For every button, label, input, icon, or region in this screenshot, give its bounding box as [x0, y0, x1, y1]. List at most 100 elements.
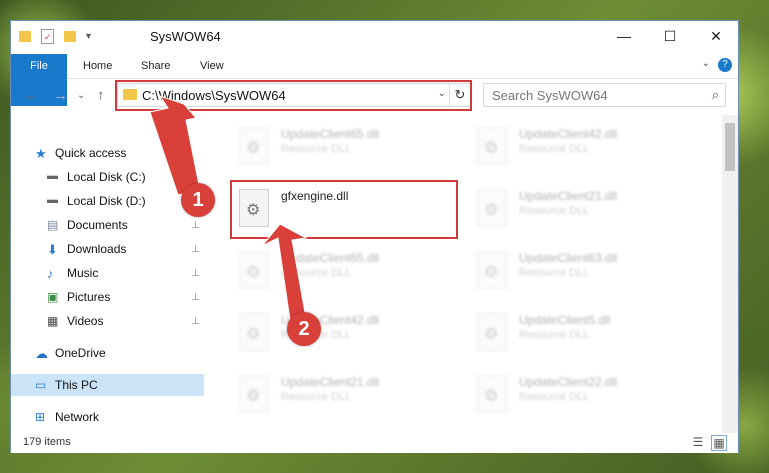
file-item[interactable]: UpdateClient63.dll Resource DLL — [475, 247, 695, 299]
file-name: UpdateClient22.dll — [519, 375, 618, 389]
sidebar-item-label: Downloads — [67, 242, 127, 256]
sidebar-item-label: Network — [55, 410, 100, 424]
dll-file-icon — [477, 189, 507, 227]
close-button[interactable]: ✕ — [693, 21, 739, 51]
address-highlight-box — [115, 80, 472, 111]
window-title: SysWOW64 — [150, 29, 221, 44]
file-description: Resource DLL — [519, 267, 590, 279]
file-name: UpdateClient21.dll — [281, 375, 380, 389]
tab-view[interactable]: View — [200, 54, 224, 78]
documents-icon: ▤ — [47, 218, 59, 232]
sidebar-item-pictures[interactable]: ▣ Pictures ⊥ — [11, 286, 204, 308]
network-icon: ⊞ — [35, 410, 46, 424]
star-icon: ★ — [35, 146, 47, 161]
folder-icon — [19, 30, 31, 42]
pin-icon: ⊥ — [191, 267, 200, 279]
sidebar-item-local-disk-c[interactable]: ▬ Local Disk (C:) ⊥ — [11, 166, 204, 188]
dll-file-icon — [239, 127, 269, 165]
large-icons-view-icon[interactable]: ▦ — [711, 435, 727, 451]
quick-access-toolbar: ✓ ▾ — [19, 28, 91, 44]
forward-button[interactable]: → — [53, 87, 68, 104]
sidebar-item-label: OneDrive — [55, 346, 106, 360]
sidebar-item-label: Music — [67, 266, 99, 280]
file-item[interactable]: UpdateClient21.dll Resource DLL — [475, 185, 695, 237]
download-icon: ⬇ — [47, 242, 58, 257]
file-item[interactable]: UpdateClient21.dll Resource DLL — [237, 371, 457, 423]
dll-file-icon — [477, 251, 507, 289]
file-name: UpdateClient63.dll — [519, 251, 618, 265]
step-1-badge: 1 — [181, 183, 215, 217]
pictures-icon: ▣ — [47, 290, 59, 304]
file-item[interactable]: UpdateClient5.dll Resource DLL — [475, 309, 695, 361]
file-item[interactable]: UpdateClient42.dllResource DLL — [475, 123, 695, 175]
sidebar-item-quick-access[interactable]: ★ Quick access — [11, 142, 204, 164]
dll-file-icon — [477, 127, 507, 165]
sidebar-item-label: Local Disk (D:) — [67, 194, 146, 208]
videos-icon: ▦ — [47, 314, 59, 328]
sidebar-item-this-pc[interactable]: ▭ This PC — [11, 374, 204, 396]
pin-icon: ⊥ — [191, 243, 200, 255]
sidebar-item-label: Pictures — [67, 290, 111, 304]
search-icon: ⌕ — [711, 87, 719, 102]
details-view-icon[interactable]: ☰ — [691, 435, 705, 449]
sidebar-item-label: Videos — [67, 314, 104, 328]
pin-icon: ⊥ — [191, 219, 200, 231]
status-bar: 179 items ☰ ▦ — [11, 433, 738, 453]
search-box[interactable]: Search SysWOW64 ⌕ — [483, 83, 726, 107]
file-item[interactable]: UpdateClient42.dllResource DLL — [237, 309, 457, 361]
properties-icon[interactable]: ✓ — [41, 28, 54, 44]
file-item[interactable]: UpdateClient65.dll Resource DLL — [237, 123, 457, 175]
sidebar-item-local-disk-d[interactable]: ▬ Local Disk (D:) — [11, 190, 204, 212]
file-name: UpdateClient21.dll — [519, 189, 618, 203]
tab-share[interactable]: Share — [141, 54, 170, 78]
pin-icon: ⊥ — [191, 315, 200, 327]
navigation-pane: ★ Quick access ▬ Local Disk (C:) ⊥ ▬ Local Dis… — [11, 115, 204, 433]
search-input[interactable]: Search SysWOW64 — [492, 88, 608, 103]
back-button[interactable]: ← — [23, 87, 38, 104]
file-description: Resource DLL — [281, 391, 352, 403]
sidebar-item-network[interactable]: ⊞ Network — [11, 406, 204, 428]
tab-home[interactable]: Home — [83, 54, 112, 78]
new-folder-icon[interactable] — [64, 30, 76, 42]
up-button[interactable]: ↑ — [97, 87, 105, 104]
sidebar-item-downloads[interactable]: ⬇ Downloads ⊥ — [11, 238, 204, 260]
vertical-scrollbar[interactable] — [722, 115, 738, 433]
file-name: UpdateClient65.dll — [281, 251, 380, 265]
file-list: UpdateClient65.dllResource DLLUpdateClie… — [217, 115, 720, 433]
file-description: Resource DLL — [519, 143, 590, 155]
file-description: Resource DLL — [281, 267, 352, 279]
collapse-ribbon-icon[interactable]: ⌄ — [702, 58, 710, 69]
sidebar-item-music[interactable]: ♪ Music ⊥ — [11, 262, 204, 284]
scrollbar-thumb[interactable] — [725, 123, 735, 171]
drive-icon: ▬ — [47, 194, 58, 206]
file-description: Resource DLL — [281, 143, 352, 155]
ribbon-tabs: File Home Share View ⌄ ? — [11, 54, 738, 106]
sidebar-item-label: This PC — [55, 378, 98, 392]
file-item[interactable]: UpdateClient65.dll Resource DLL — [237, 247, 457, 299]
dll-file-icon — [477, 375, 507, 413]
sidebar-item-label: Documents — [67, 218, 128, 232]
dll-file-icon — [239, 251, 269, 289]
title-bar: ✓ ▾ SysWOW64 — ☐ ✕ — [11, 21, 738, 51]
drive-icon: ▬ — [47, 170, 58, 182]
cloud-icon: ☁ — [35, 346, 48, 361]
file-name: UpdateClient65.dll — [281, 127, 380, 141]
file-name: UpdateClient5.dll — [519, 313, 611, 327]
dll-file-icon — [239, 313, 269, 351]
minimize-button[interactable]: — — [601, 21, 647, 51]
music-icon: ♪ — [47, 266, 54, 281]
sidebar-item-videos[interactable]: ▦ Videos ⊥ — [11, 310, 204, 332]
maximize-button[interactable]: ☐ — [647, 21, 693, 51]
dll-file-icon — [477, 313, 507, 351]
step-2-badge: 2 — [287, 312, 321, 346]
sidebar-item-documents[interactable]: ▤ Documents ⊥ — [11, 214, 204, 236]
file-description: Resource DLL — [519, 391, 590, 403]
customize-toolbar-icon[interactable]: ▾ — [86, 31, 91, 42]
file-item[interactable]: UpdateClient22.dll Resource DLL — [475, 371, 695, 423]
sidebar-item-label: Quick access — [55, 146, 127, 160]
help-icon[interactable]: ? — [718, 58, 732, 72]
sidebar-item-onedrive[interactable]: ☁ OneDrive — [11, 342, 204, 364]
item-count: 179 items — [23, 436, 71, 448]
recent-locations-button[interactable]: ⌄ — [77, 90, 85, 101]
dll-file-icon — [239, 375, 269, 413]
